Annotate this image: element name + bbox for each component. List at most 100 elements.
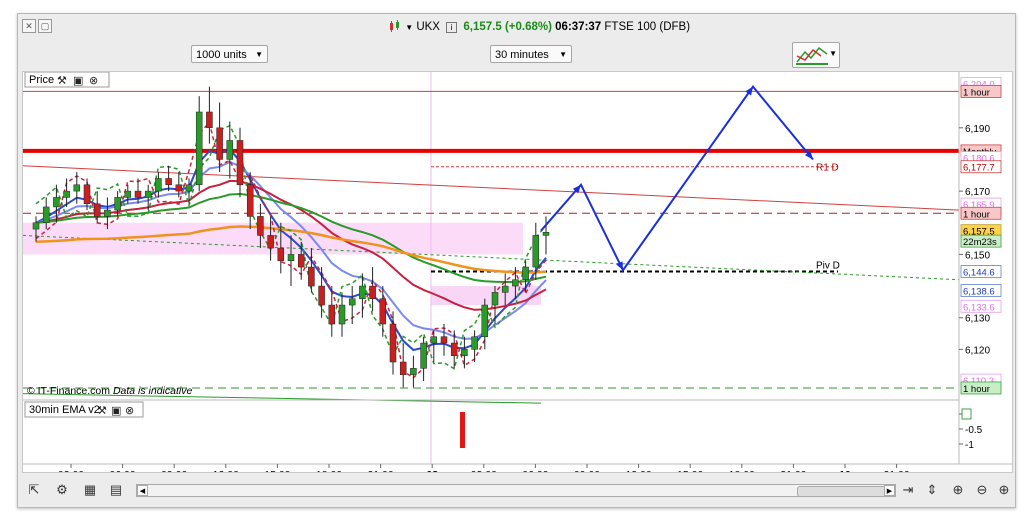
symbol-bar: ✕ ▢ ▼ UKX i 6,157.5 (+0.68%) 06:37:37 FT… (18, 14, 1015, 40)
time-tick-label: 10 (839, 469, 851, 472)
price-tag-label: 6,138.6 (963, 286, 995, 297)
scroll-right-icon[interactable]: ▶ (884, 485, 895, 496)
candle-body (267, 235, 274, 249)
interval-select-value: 30 minutes (495, 49, 549, 61)
candle-body (379, 298, 387, 325)
price-panel-label: Price (29, 74, 54, 86)
close-window-icon[interactable]: ✕ (22, 19, 36, 33)
copyright-text: © IT-Finance.com Data is indicative (27, 385, 192, 397)
close-panel-icon[interactable]: ⊗ (89, 74, 98, 87)
scrollbar-thumb[interactable] (797, 486, 889, 497)
instrument-name: FTSE 100 (DFB) (604, 21, 691, 33)
price-tick-label: 6,190 (965, 124, 990, 135)
symbol-name[interactable]: UKX (416, 21, 440, 33)
candle-body (420, 342, 427, 369)
price-chart[interactable]: R1 DPiv D 6,1906,1706,1506,1306,1200-0.5… (23, 72, 1012, 472)
price-tick-label: 6,120 (965, 345, 990, 356)
ema-bar (460, 412, 465, 448)
candle-body (63, 190, 70, 198)
candle-body (104, 209, 111, 217)
candle-body (512, 279, 519, 287)
grid-icon[interactable]: ▤ (106, 480, 126, 500)
candle-body (359, 285, 366, 299)
wrench-icon[interactable]: ⚒ (97, 404, 107, 417)
indicator-zero-tag (961, 408, 972, 420)
window-icon[interactable]: ▣ (73, 74, 83, 87)
candle-body (471, 336, 478, 350)
time-tick-label: 15:00 (264, 469, 290, 472)
candle-body (42, 206, 50, 224)
candle-body (144, 190, 152, 198)
price-change: (+0.68%) (504, 21, 552, 33)
indicator-panel-label: 30min EMA v2 (29, 404, 100, 416)
window-icon[interactable]: ▣ (111, 404, 121, 417)
symbol-header: ▼ UKX i 6,157.5 (+0.68%) 06:37:37 FTSE 1… (388, 20, 690, 33)
drawing-tools-button[interactable]: ▼ (792, 42, 840, 68)
candle-body (430, 336, 438, 344)
time-scrollbar[interactable]: ◀ ▶ (136, 484, 896, 497)
candle-body (501, 285, 509, 293)
candle-body (277, 247, 285, 261)
export-icon[interactable]: ⇱ (24, 480, 44, 500)
candle-body (114, 197, 121, 211)
candle-body (246, 184, 254, 217)
price-tag-label: 6,177.7 (963, 163, 995, 174)
calculator-icon[interactable]: ▦ (80, 480, 100, 500)
time-tick-label: 03:00 (58, 469, 84, 472)
candle-body (257, 216, 264, 236)
indicator-tick-label: -1 (965, 440, 974, 451)
candle-body (318, 285, 325, 306)
forecast-path (540, 85, 814, 273)
size-select-value: 1000 units (196, 49, 247, 61)
zoom-out-icon[interactable]: ⊖ (972, 480, 992, 500)
time-tick-label: 15:00 (677, 469, 703, 472)
compress-icon[interactable]: ⇕ (922, 480, 942, 500)
scroll-end-icon[interactable]: ⇥ (898, 480, 918, 500)
candle-body (308, 266, 315, 287)
candle-body (124, 190, 132, 198)
wrench-icon[interactable]: ⚒ (57, 74, 67, 87)
candle-body (155, 178, 162, 192)
chart-area[interactable]: R1 DPiv D 6,1906,1706,1506,1306,1200-0.5… (22, 71, 1013, 473)
candle-body (461, 349, 468, 356)
candle-body (542, 232, 550, 236)
interval-select[interactable]: 30 minutes ▼ (490, 45, 572, 63)
candle-body (491, 292, 499, 306)
time-tick-label: 06:00 (109, 469, 135, 472)
scroll-left-icon[interactable]: ◀ (137, 485, 148, 496)
close-panel-icon[interactable]: ⊗ (125, 404, 134, 417)
candle-body (83, 184, 91, 205)
candle-body (522, 266, 529, 280)
price-tag-label: 1 hour (963, 384, 990, 395)
candle-body (532, 235, 540, 268)
time-tick-label: 21:00 (780, 469, 806, 472)
candle-body (389, 323, 397, 363)
price-tag-label: 6,144.6 (963, 267, 995, 278)
zoom-in-icon[interactable]: ⊕ (994, 480, 1014, 500)
size-select[interactable]: 1000 units ▼ (191, 45, 268, 63)
time-tick-label: 18:00 (729, 469, 755, 472)
candle-body (185, 184, 193, 192)
candle-chart-icon (390, 20, 399, 32)
control-bar: 1000 units ▼ 30 minutes ▼ ▼ (18, 40, 1015, 70)
settings-icon[interactable]: ⚙ (52, 480, 72, 500)
clock-time: 06:37:37 (555, 21, 602, 33)
symbol-dropdown-icon[interactable]: ▼ (405, 23, 413, 32)
time-tick-label: 09:00 (574, 469, 600, 472)
candle-body (450, 342, 458, 356)
info-icon[interactable]: i (446, 22, 458, 33)
candle-body (236, 140, 244, 186)
candle-body (175, 184, 183, 192)
zoom-fit-icon[interactable]: ⊕ (948, 480, 968, 500)
chevron-down-icon: ▼ (255, 50, 263, 59)
time-tick-label: 21:00 (883, 469, 909, 472)
restore-window-icon[interactable]: ▢ (38, 19, 52, 33)
candle-body (369, 285, 376, 299)
price-tick-label: 6,130 (965, 314, 990, 325)
candle-body (297, 254, 305, 268)
status-bar: ⇱ ⚙ ▦ ▤ ◀ ▶ ⇥ ⇕ ⊕ ⊖ ⊕ (18, 477, 1015, 505)
chevron-down-icon: ▼ (829, 49, 837, 58)
candle-body (134, 190, 142, 198)
candle-body (226, 140, 234, 160)
time-tick-label: 18:00 (316, 469, 342, 472)
